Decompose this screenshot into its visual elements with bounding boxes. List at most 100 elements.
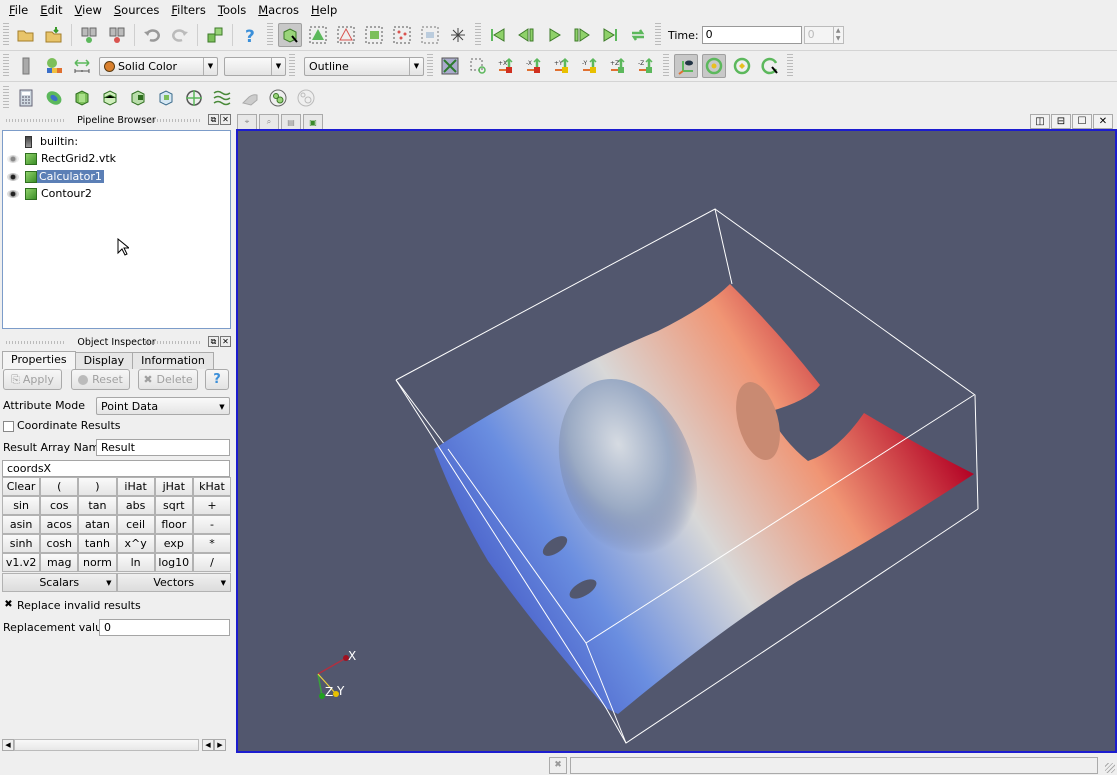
disconnect-button[interactable] [105, 23, 129, 47]
delete-button[interactable]: ✖ Delete [138, 369, 198, 390]
calc-key-button[interactable]: jHat [154, 477, 193, 496]
calc-key-button[interactable]: tanh [78, 534, 117, 553]
extract-subset-button[interactable] [154, 86, 178, 110]
calc-key-button[interactable]: floor [154, 515, 193, 534]
calc-key-button[interactable]: ( [40, 477, 79, 496]
glyph-filter-button[interactable] [182, 86, 206, 110]
calc-key-button[interactable]: v1.v2 [2, 553, 41, 572]
result-array-name-input[interactable]: Result [96, 439, 230, 456]
visibility-eye-icon[interactable] [7, 189, 19, 198]
calc-key-button[interactable]: sin [2, 496, 41, 515]
calc-key-button[interactable]: sqrt [154, 496, 193, 515]
calc-key-button[interactable]: iHat [116, 477, 155, 496]
camera-view-plusminus-z-button[interactable]: +Z [606, 54, 630, 78]
visibility-eye-icon[interactable] [7, 154, 19, 163]
inspector-help-button[interactable]: ? [205, 369, 229, 390]
threshold-filter-button[interactable] [126, 86, 150, 110]
redo-button[interactable] [168, 23, 192, 47]
calc-key-button[interactable]: ) [78, 477, 117, 496]
menu-edit[interactable]: Edit [34, 0, 68, 20]
select-frustum-cells-button[interactable] [362, 23, 386, 47]
calculator-filter-button[interactable] [14, 86, 38, 110]
menu-sources[interactable]: Sources [108, 0, 166, 20]
loop-button[interactable] [626, 23, 650, 47]
view-settings-button[interactable]: ▣ [303, 114, 323, 129]
clip-filter-button[interactable] [70, 86, 94, 110]
select-block-button[interactable] [418, 23, 442, 47]
calc-key-button[interactable]: log10 [154, 553, 193, 572]
tab-properties[interactable]: Properties [2, 351, 76, 369]
calc-key-button[interactable]: - [192, 515, 232, 534]
representation-dropdown[interactable]: Outline ▼ [304, 56, 424, 76]
zoom-to-box-button[interactable] [466, 54, 490, 78]
calc-key-button[interactable]: x^y [116, 534, 155, 553]
last-frame-button[interactable] [598, 23, 622, 47]
calc-key-button[interactable]: ceil [116, 515, 155, 534]
previous-frame-button[interactable] [514, 23, 538, 47]
close-panel-button[interactable]: ✕ [220, 336, 231, 347]
pipeline-item-calculator1[interactable]: Calculator1 [3, 168, 104, 185]
calc-key-button[interactable]: tan [78, 496, 117, 515]
slice-filter-button[interactable] [98, 86, 122, 110]
next-frame-button[interactable] [570, 23, 594, 47]
contour-filter-button[interactable] [42, 86, 66, 110]
capture-button[interactable]: ⌖ [237, 114, 257, 129]
render-view[interactable]: X Z Y [236, 129, 1117, 753]
close-view-button[interactable]: ✕ [1093, 114, 1113, 129]
render-canvas[interactable]: X Z Y [238, 131, 1115, 751]
time-input[interactable]: 0 [701, 26, 802, 44]
change-input-button[interactable] [203, 23, 227, 47]
component-dropdown[interactable]: ▼ [224, 56, 286, 76]
extract-level-button[interactable] [294, 86, 318, 110]
reset-button[interactable]: Reset [71, 369, 130, 390]
scroll-right-icon[interactable]: ▶ [214, 739, 226, 751]
orientation-axes-button[interactable] [674, 54, 698, 78]
calc-key-button[interactable]: + [192, 496, 232, 515]
lookmark-button[interactable]: ⌕ [259, 114, 279, 129]
calc-key-button[interactable]: / [192, 553, 232, 572]
maximize-view-button[interactable]: ☐ [1072, 114, 1092, 129]
apply-button[interactable]: ⎘ Apply [3, 369, 62, 390]
coordinate-results-checkbox[interactable] [3, 421, 14, 432]
color-by-dropdown[interactable]: Solid Color ▼ [99, 56, 218, 76]
pipeline-item-builtin[interactable]: builtin: [23, 133, 78, 150]
undo-button[interactable] [140, 23, 164, 47]
group-datasets-button[interactable] [266, 86, 290, 110]
select-frustum-points-button[interactable] [390, 23, 414, 47]
menu-help[interactable]: Help [305, 0, 343, 20]
calc-key-button[interactable]: atan [78, 515, 117, 534]
float-panel-button[interactable]: ⧉ [208, 114, 219, 125]
select-surface-cells-button[interactable] [306, 23, 330, 47]
resize-grip-icon[interactable] [1105, 763, 1115, 773]
calc-key-button[interactable]: cos [40, 496, 79, 515]
split-horizontal-button[interactable]: ◫ [1030, 114, 1050, 129]
split-vertical-button[interactable]: ⊟ [1051, 114, 1071, 129]
menu-macros[interactable]: Macros [252, 0, 305, 20]
calc-key-button[interactable]: kHat [192, 477, 232, 496]
camera-view-minus-x-button[interactable]: -X [522, 54, 546, 78]
tab-display[interactable]: Display [74, 352, 134, 369]
select-surface-points-button[interactable] [334, 23, 358, 47]
menu-tools[interactable]: Tools [212, 0, 252, 20]
pipeline-tree[interactable]: builtin: RectGrid2.vtk Calculator1 Conto… [2, 130, 231, 329]
clear-selection-button[interactable] [446, 23, 470, 47]
edit-color-map-button[interactable] [42, 54, 66, 78]
reset-camera-button[interactable] [438, 54, 462, 78]
replacement-value-input[interactable]: 0 [99, 619, 230, 636]
calc-key-button[interactable]: exp [154, 534, 193, 553]
calc-key-button[interactable]: abs [116, 496, 155, 515]
calc-key-button[interactable]: * [192, 534, 232, 553]
menu-view[interactable]: View [69, 0, 108, 20]
inspector-horizontal-scrollbar[interactable]: ◀ ◀ ▶ [2, 738, 231, 752]
calc-key-button[interactable]: sinh [2, 534, 41, 553]
scroll-track[interactable] [14, 739, 199, 751]
help-button[interactable]: ? [238, 23, 262, 47]
replace-invalid-checkbox[interactable]: ✖ [3, 600, 14, 611]
calc-key-button[interactable]: norm [78, 553, 117, 572]
vectors-dropdown[interactable]: Vectors ▼ [116, 573, 231, 592]
calc-key-button[interactable]: mag [40, 553, 79, 572]
calc-key-button[interactable]: Clear [2, 477, 41, 496]
interact-button[interactable] [278, 23, 302, 47]
expression-input[interactable]: coordsX [2, 460, 230, 477]
abort-button[interactable]: ✖ [549, 757, 567, 774]
